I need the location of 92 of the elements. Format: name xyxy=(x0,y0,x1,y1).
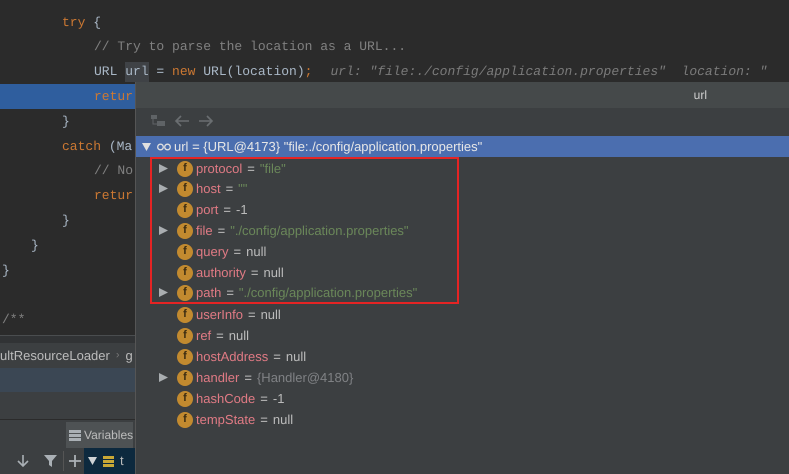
field-value: -1 xyxy=(236,200,248,219)
field-value: null xyxy=(272,410,294,429)
field-badge: f xyxy=(177,222,193,238)
equals-sign: = xyxy=(226,284,234,302)
filter-icon[interactable] xyxy=(44,454,57,468)
code-token: retur xyxy=(94,187,134,206)
breadcrumb-separator: › xyxy=(116,348,120,364)
field-name: protocol xyxy=(196,160,242,178)
expand-triangle-icon xyxy=(142,142,151,150)
equals-sign: = xyxy=(248,306,256,324)
field-value: "./config/application.properties" xyxy=(238,284,418,302)
field-name: userInfo xyxy=(196,306,243,324)
equals-sign: = xyxy=(260,410,268,429)
equals-sign: = xyxy=(226,180,234,198)
field-badge: f xyxy=(177,370,193,386)
field-value: null xyxy=(263,264,284,282)
field-badge: f xyxy=(177,202,193,218)
field-name: ref xyxy=(196,326,212,345)
field-value: "./config/application.properties" xyxy=(230,222,409,240)
expand-triangle-icon[interactable] xyxy=(159,184,168,193)
code-token: } xyxy=(2,262,10,280)
code-token: } xyxy=(62,212,70,230)
plus-icon[interactable] xyxy=(69,455,81,467)
field-badge: f xyxy=(177,264,193,280)
equals-sign: = xyxy=(247,160,255,178)
equals-sign: = xyxy=(250,264,258,282)
code-token: url xyxy=(125,62,149,82)
code-token: try xyxy=(62,14,86,32)
equals-sign: = xyxy=(218,222,226,240)
equals-sign: = xyxy=(234,242,242,261)
variables-tab[interactable]: Variables xyxy=(66,422,134,448)
code-token: new xyxy=(172,63,196,82)
tree-node[interactable]: t xyxy=(84,448,135,474)
code-token: retur xyxy=(94,88,134,106)
breadcrumb-item[interactable]: ultResourceLoader xyxy=(0,346,110,366)
field-value: null xyxy=(246,242,266,261)
equals-sign: = xyxy=(216,326,224,345)
field-badge: f xyxy=(177,412,193,428)
equals-sign: = xyxy=(223,200,231,219)
inline-value-hint: url: "file:./config/application.properties" location: " xyxy=(330,63,768,82)
field-value: null xyxy=(286,348,306,366)
glasses-icon xyxy=(157,142,171,150)
code-token: } xyxy=(31,236,39,255)
popup-title: url xyxy=(694,87,707,104)
root-tree-row[interactable]: url = {URL@4173} "file:./config/application.properties" xyxy=(136,136,789,157)
field-value: null xyxy=(228,326,250,345)
expand-triangle-icon[interactable] xyxy=(159,164,168,173)
code-token: = xyxy=(155,63,166,82)
field-name: query xyxy=(196,242,229,261)
equals-sign: = xyxy=(260,390,268,408)
code-comment: // No xyxy=(94,162,134,180)
field-value: null xyxy=(260,306,281,324)
field-name: authority xyxy=(196,264,246,282)
equals-sign: = xyxy=(244,368,252,387)
field-badge: f xyxy=(177,328,193,344)
code-token: (Ma xyxy=(108,138,132,156)
expand-triangle-icon xyxy=(88,457,97,465)
list-icon xyxy=(69,430,81,440)
code-token: { xyxy=(92,14,102,32)
field-badge: f xyxy=(177,390,193,406)
field-badge: f xyxy=(177,160,193,176)
field-badge: f xyxy=(177,284,193,300)
code-comment: /** xyxy=(2,311,26,330)
code-token: URL(location) xyxy=(202,63,305,82)
list-icon xyxy=(103,456,114,466)
field-value: "file" xyxy=(260,160,286,178)
field-badge: f xyxy=(177,306,193,322)
field-name: file xyxy=(196,222,213,240)
code-token: ; xyxy=(304,63,312,82)
field-badge: f xyxy=(177,244,193,260)
field-value: -1 xyxy=(272,390,284,408)
down-arrow-icon[interactable] xyxy=(17,454,29,468)
field-value: "" xyxy=(238,180,248,198)
field-name: hostAddress xyxy=(196,348,268,366)
field-badge: f xyxy=(177,180,193,196)
field-name: path xyxy=(196,284,222,302)
code-token: } xyxy=(62,112,70,131)
equals-sign: = xyxy=(273,348,281,366)
field-name: handler xyxy=(196,368,240,387)
code-token: URL xyxy=(94,63,118,82)
code-token: catch xyxy=(62,138,102,156)
expand-triangle-icon[interactable] xyxy=(159,288,168,297)
field-name: host xyxy=(196,180,221,198)
field-name: hashCode xyxy=(196,390,256,408)
field-name: tempState xyxy=(196,410,256,429)
expand-triangle-icon[interactable] xyxy=(159,226,168,235)
field-badge: f xyxy=(177,348,193,364)
expand-triangle-icon[interactable] xyxy=(159,373,168,382)
field-value: {Handler@4180} xyxy=(256,368,354,387)
field-name: port xyxy=(196,200,218,219)
breadcrumb-item[interactable]: g xyxy=(126,346,133,366)
code-comment: // Try to parse the location as a URL... xyxy=(94,38,406,56)
